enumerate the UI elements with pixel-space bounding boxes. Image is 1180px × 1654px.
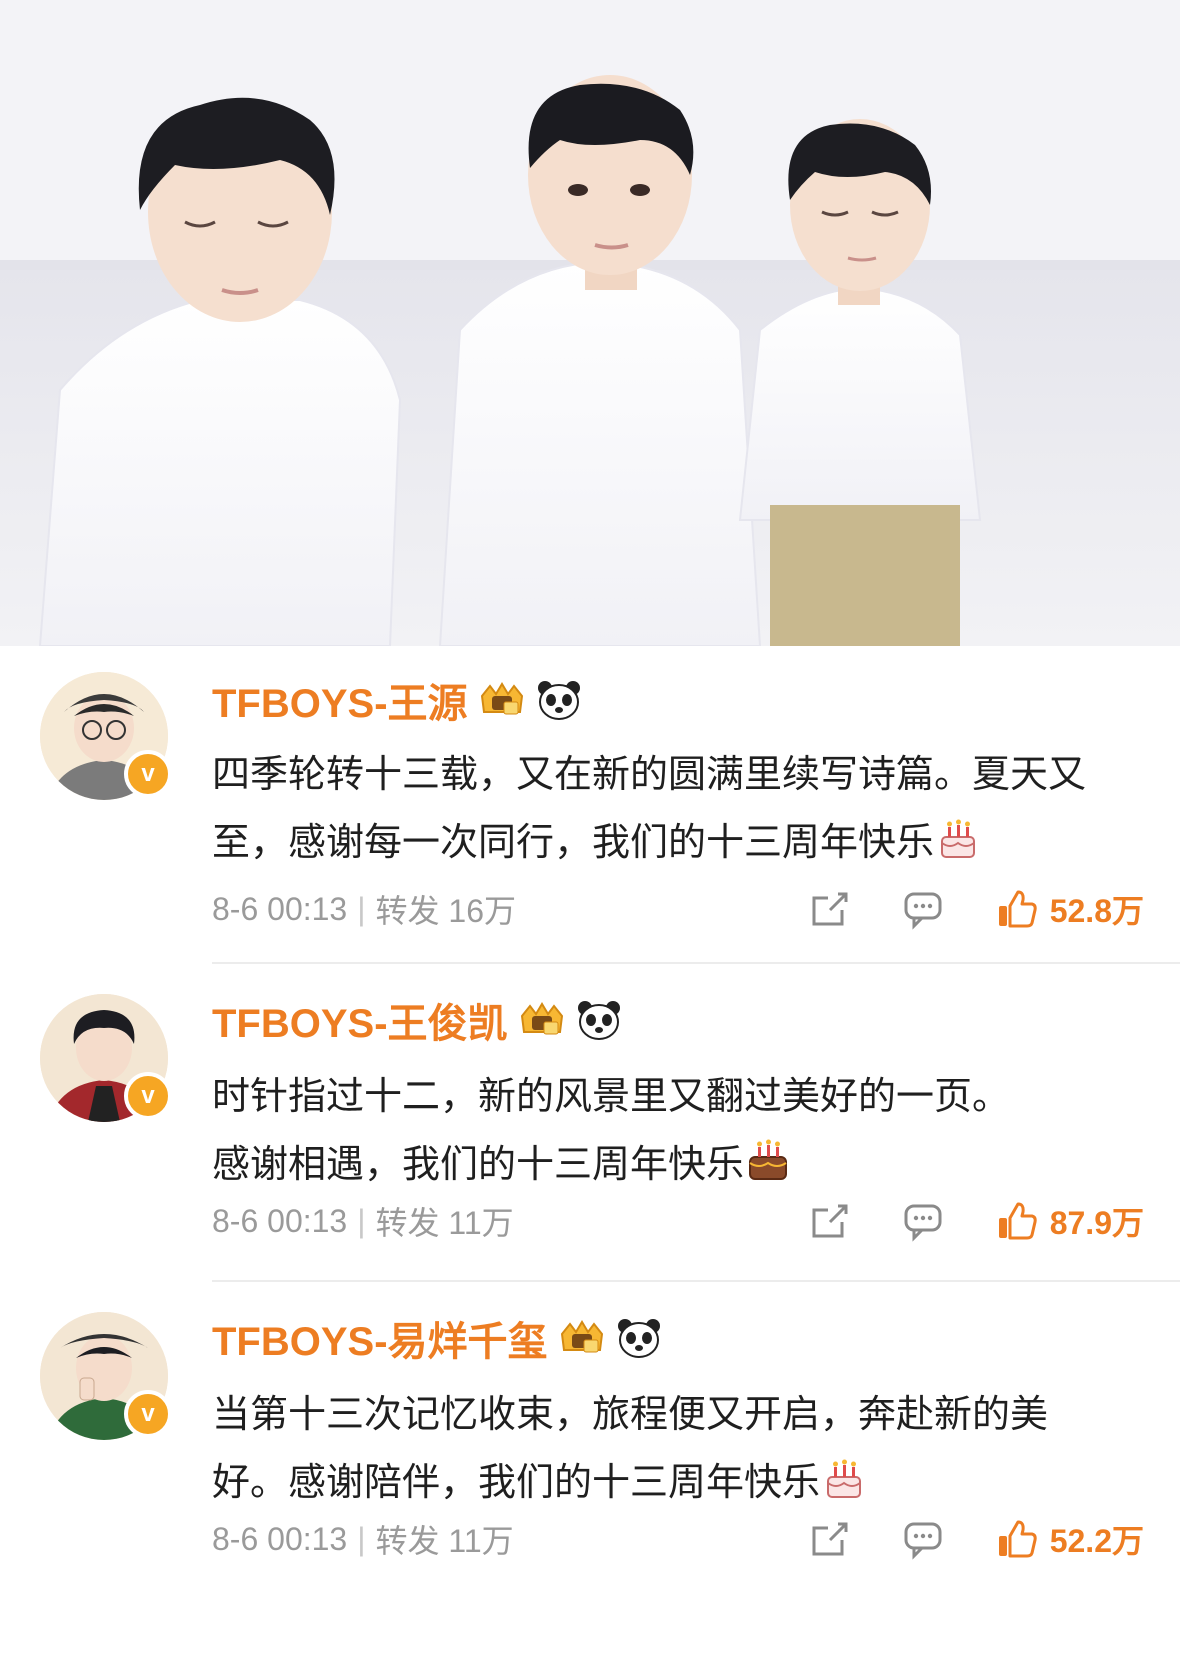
- avatar[interactable]: v: [40, 672, 172, 800]
- meta-row: 8-6 00:13 | 转发 11万: [212, 1514, 1144, 1564]
- comment-icon[interactable]: [902, 1200, 944, 1242]
- like-count: 87.9万: [1049, 1205, 1144, 1241]
- thumbs-up-icon: [996, 888, 1038, 930]
- meta-separator: |: [357, 1520, 366, 1557]
- birthday-cake-icon: [934, 814, 982, 858]
- post-text-content: 当第十三次记忆收束，旅程便又开启，奔赴新的美好。感谢陪伴，我们的十三周年快乐: [212, 1392, 1049, 1504]
- post-actions: 87.9万: [808, 1198, 1144, 1244]
- author-name[interactable]: TFBOYS-易烊千玺: [212, 1309, 548, 1367]
- post-time: 8-6 00:13: [212, 890, 348, 927]
- verified-icon: v: [124, 1390, 172, 1438]
- post-item: v TFBOYS-易烊千玺 当第十三次记忆收束，旅程便又开启，奔赴新的美好。感谢…: [0, 1282, 1180, 1654]
- weibo-feed: v TFBOYS-王源 四季轮转十三载，又在新的圆满里续写诗篇。夏天又至，感谢每…: [0, 646, 1180, 1654]
- like-button[interactable]: 52.2万: [996, 1516, 1144, 1562]
- panda-icon[interactable]: [616, 1316, 662, 1360]
- meta-info: 8-6 00:13 | 转发 16万: [212, 886, 516, 932]
- post-time: 8-6 00:13: [212, 1520, 348, 1557]
- name-row: TFBOYS-王俊凯: [212, 992, 622, 1048]
- comment-icon[interactable]: [902, 888, 944, 930]
- crown-badge-icon[interactable]: [556, 1316, 608, 1360]
- repost-count[interactable]: 转发 11万: [376, 1516, 514, 1562]
- hero-photo: [0, 0, 1180, 646]
- post-actions: 52.8万: [808, 886, 1144, 932]
- post-text-content: 时针指过十二，新的风景里又翻过美好的一页。感谢相遇，我们的十三周年快乐: [212, 1074, 1011, 1186]
- post-time: 8-6 00:13: [212, 1202, 348, 1239]
- post-text: 当第十三次记忆收束，旅程便又开启，奔赴新的美好。感谢陪伴，我们的十三周年快乐: [212, 1380, 1092, 1516]
- meta-row: 8-6 00:13 | 转发 16万 52.8万: [212, 884, 1144, 934]
- thumbs-up-icon: [996, 1200, 1038, 1242]
- comment-icon[interactable]: [902, 1518, 944, 1560]
- avatar[interactable]: v: [40, 994, 172, 1122]
- name-row: TFBOYS-王源: [212, 672, 582, 728]
- crown-badge-icon[interactable]: [516, 998, 568, 1042]
- crown-badge-icon[interactable]: [476, 678, 528, 722]
- post-text: 时针指过十二，新的风景里又翻过美好的一页。感谢相遇，我们的十三周年快乐: [212, 1062, 1042, 1198]
- panda-icon[interactable]: [536, 678, 582, 722]
- share-icon[interactable]: [808, 1200, 850, 1242]
- meta-row: 8-6 00:13 | 转发 11万: [212, 1196, 1144, 1246]
- author-name[interactable]: TFBOYS-王源: [212, 671, 468, 729]
- birthday-cake-icon: [744, 1136, 792, 1180]
- meta-separator: |: [357, 1202, 366, 1239]
- like-count: 52.8万: [1049, 893, 1144, 929]
- post-item: v TFBOYS-王源 四季轮转十三载，又在新的圆满里续写诗篇。夏天又至，感谢每…: [0, 646, 1180, 964]
- name-row: TFBOYS-易烊千玺: [212, 1310, 662, 1366]
- post-text: 四季轮转十三载，又在新的圆满里续写诗篇。夏天又至，感谢每一次同行，我们的十三周年…: [212, 740, 1112, 876]
- author-name[interactable]: TFBOYS-王俊凯: [212, 991, 508, 1049]
- share-icon[interactable]: [808, 1518, 850, 1560]
- repost-count[interactable]: 转发 11万: [376, 1198, 514, 1244]
- birthday-cake-icon: [820, 1454, 868, 1498]
- meta-info: 8-6 00:13 | 转发 11万: [212, 1198, 514, 1244]
- verified-icon: v: [124, 1072, 172, 1120]
- post-actions: 52.2万: [808, 1516, 1144, 1562]
- thumbs-up-icon: [996, 1518, 1038, 1560]
- like-button[interactable]: 87.9万: [996, 1198, 1144, 1244]
- like-button[interactable]: 52.8万: [996, 886, 1144, 932]
- repost-count[interactable]: 转发 16万: [376, 886, 517, 932]
- like-count: 52.2万: [1049, 1523, 1144, 1559]
- post-item: v TFBOYS-王俊凯 时针指过十二，新的风景里又翻过美好的一页。感谢相遇，我…: [0, 964, 1180, 1282]
- meta-separator: |: [357, 890, 366, 927]
- verified-icon: v: [124, 750, 172, 798]
- share-icon[interactable]: [808, 888, 850, 930]
- avatar[interactable]: v: [40, 1312, 172, 1440]
- panda-icon[interactable]: [576, 998, 622, 1042]
- meta-info: 8-6 00:13 | 转发 11万: [212, 1516, 514, 1562]
